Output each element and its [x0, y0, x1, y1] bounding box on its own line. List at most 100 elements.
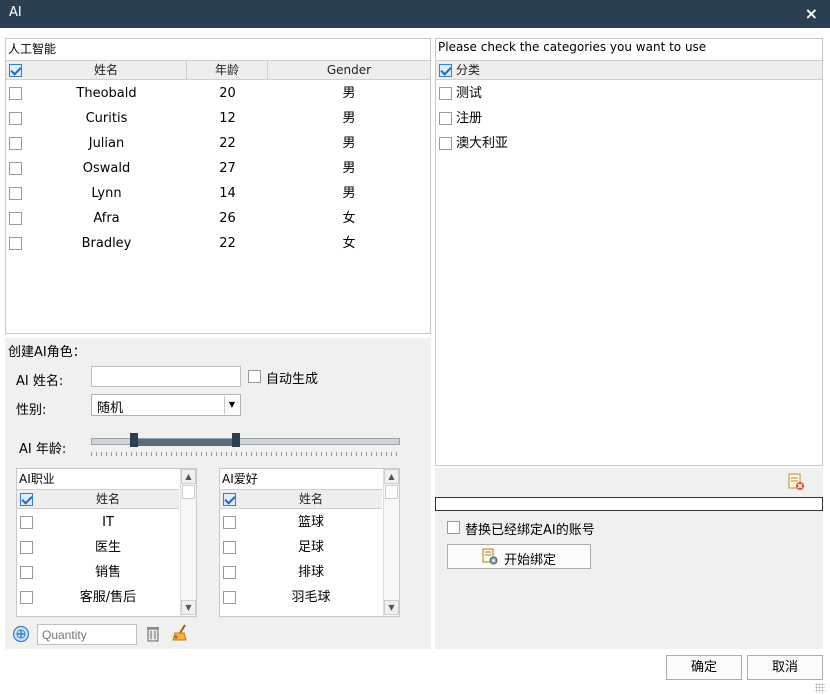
list-item[interactable]: 排球 [220, 560, 382, 585]
job-grid-scrollbar[interactable]: ▲ ▼ [180, 469, 196, 616]
row-checkbox[interactable] [9, 162, 22, 175]
add-circle-icon[interactable] [12, 625, 30, 643]
category-checkbox[interactable] [439, 112, 452, 125]
cell-age: 20 [219, 86, 236, 101]
cell-name: 羽毛球 [291, 590, 331, 605]
list-item[interactable]: 足球 [220, 535, 382, 560]
cell-name: Afra [93, 211, 120, 226]
gender-select[interactable]: 随机 ▼ [91, 394, 241, 416]
row-checkbox[interactable] [20, 541, 33, 554]
list-item[interactable]: 注册 [436, 106, 822, 131]
close-icon[interactable]: × [805, 4, 818, 23]
row-checkbox[interactable] [9, 112, 22, 125]
cell-gender: 男 [342, 136, 356, 151]
row-checkbox[interactable] [20, 516, 33, 529]
cell-name: Oswald [82, 161, 131, 176]
auto-generate-checkbox[interactable] [248, 370, 261, 383]
hobby-column-header-name[interactable]: 姓名 [240, 490, 382, 509]
scroll-down-icon[interactable]: ▼ [384, 600, 399, 615]
list-item[interactable]: 销售 [17, 560, 179, 585]
trash-icon[interactable] [145, 625, 161, 642]
row-checkbox[interactable] [20, 591, 33, 604]
cell-age: 22 [219, 236, 236, 251]
replace-bound-checkbox[interactable] [447, 521, 460, 534]
row-checkbox[interactable] [9, 137, 22, 150]
row-checkbox[interactable] [223, 566, 236, 579]
age-slider-max-handle[interactable] [232, 433, 241, 447]
start-binding-label: 开始绑定 [504, 553, 557, 568]
row-checkbox[interactable] [223, 516, 236, 529]
document-delete-icon[interactable] [787, 473, 805, 491]
age-slider-min-handle[interactable] [130, 433, 139, 447]
list-item[interactable]: 澳大利亚 [436, 131, 822, 156]
table-row[interactable]: Lynn 14 男 [6, 181, 430, 206]
column-header-category[interactable]: 分类 [454, 61, 494, 80]
column-header-name[interactable]: 姓名 [26, 61, 187, 80]
binding-area: 替换已经绑定AI的账号 开始绑定 [435, 468, 823, 649]
ai-name-input[interactable] [91, 366, 241, 387]
cell-gender: 女 [342, 236, 356, 251]
table-row[interactable]: Bradley 22 女 [6, 231, 430, 256]
cancel-button[interactable]: 取消 [747, 655, 823, 680]
table-row[interactable]: Afra 26 女 [6, 206, 430, 231]
hobby-grid-scrollbar[interactable]: ▲ ▼ [383, 469, 399, 616]
category-select-all-checkbox[interactable] [439, 64, 452, 77]
cell-name: Theobald [76, 86, 137, 101]
list-item[interactable]: 羽毛球 [220, 585, 382, 610]
scroll-up-icon[interactable]: ▲ [181, 469, 196, 484]
column-header-gender[interactable]: Gender [268, 61, 430, 80]
job-grid-header: 姓名 [17, 489, 179, 509]
row-checkbox[interactable] [223, 591, 236, 604]
cell-gender: 男 [342, 86, 356, 101]
window-title: AI [9, 5, 22, 20]
list-item[interactable]: IT [17, 510, 179, 535]
hobby-grid-header: 姓名 [220, 489, 382, 509]
cell-name: Curitis [85, 111, 128, 126]
category-checkbox[interactable] [439, 87, 452, 100]
resize-grip-icon[interactable] [815, 683, 825, 693]
row-checkbox[interactable] [223, 541, 236, 554]
cell-name: 排球 [297, 565, 324, 580]
gender-label: 性别: [16, 403, 47, 418]
cell-gender: 男 [342, 111, 356, 126]
ai-grid-header: 姓名 年龄 Gender [6, 60, 430, 80]
scroll-up-icon[interactable]: ▲ [384, 469, 399, 484]
ai-grid-select-all-checkbox[interactable] [9, 64, 22, 77]
start-binding-button[interactable]: 开始绑定 [447, 544, 591, 569]
list-item[interactable]: 医生 [17, 535, 179, 560]
quantity-input[interactable] [37, 624, 137, 645]
list-item[interactable]: 测试 [436, 81, 822, 106]
ai-grid-caption: 人工智能 [8, 42, 57, 56]
hobby-select-all-checkbox[interactable] [223, 493, 236, 506]
list-item[interactable]: 客服/售后 [17, 585, 179, 610]
job-column-header-name[interactable]: 姓名 [37, 490, 179, 509]
table-row[interactable]: Oswald 27 男 [6, 156, 430, 181]
table-row[interactable]: Curitis 12 男 [6, 106, 430, 131]
scroll-thumb[interactable] [385, 485, 398, 499]
broom-icon[interactable] [172, 624, 189, 642]
scroll-thumb[interactable] [182, 485, 195, 499]
replace-bound-label: 替换已经绑定AI的账号 [465, 523, 595, 538]
category-grid-panel: Please check the categories you want to … [435, 38, 823, 466]
category-checkbox[interactable] [439, 137, 452, 150]
list-item[interactable]: 篮球 [220, 510, 382, 535]
row-checkbox[interactable] [9, 212, 22, 225]
gender-select-value: 随机 [97, 401, 124, 416]
column-header-age[interactable]: 年龄 [187, 61, 268, 80]
hobby-grid-caption: AI爱好 [222, 472, 258, 486]
chevron-down-icon[interactable]: ▼ [224, 396, 239, 414]
table-row[interactable]: Theobald 20 男 [6, 81, 430, 106]
cell-name: 医生 [94, 540, 121, 555]
row-checkbox[interactable] [9, 87, 22, 100]
table-row[interactable]: Julian 22 男 [6, 131, 430, 156]
hobby-grid-body: 篮球 足球排球羽毛球 [220, 510, 382, 616]
row-checkbox[interactable] [9, 237, 22, 250]
progress-bar [435, 497, 823, 511]
job-select-all-checkbox[interactable] [20, 493, 33, 506]
scroll-down-icon[interactable]: ▼ [181, 600, 196, 615]
ok-button[interactable]: 确定 [666, 655, 742, 680]
job-grid-body: IT 医生销售 客服/售后 [17, 510, 179, 616]
row-checkbox[interactable] [20, 566, 33, 579]
row-checkbox[interactable] [9, 187, 22, 200]
create-ai-area: 创建AI角色： AI 姓名: 自动生成 性别: 随机 ▼ AI 年龄: AI职业… [5, 338, 431, 649]
